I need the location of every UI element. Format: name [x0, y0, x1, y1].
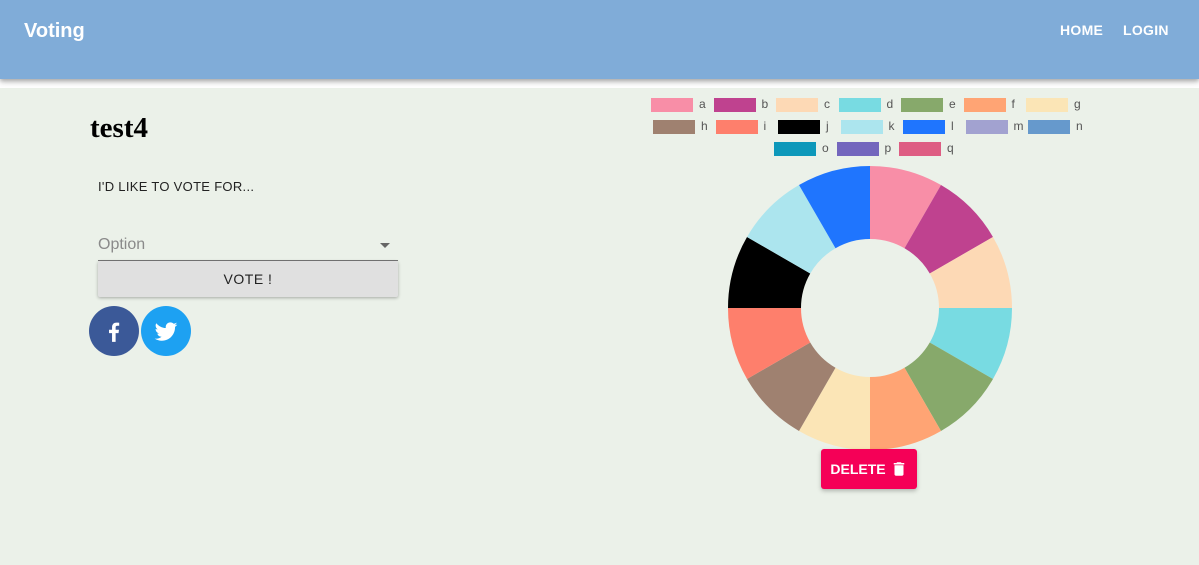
- legend-swatch: [651, 98, 693, 112]
- legend-swatch: [901, 98, 943, 112]
- legend-label: h: [701, 119, 708, 133]
- poll-title: test4: [90, 112, 148, 144]
- dropdown-arrow-icon: [380, 243, 390, 248]
- legend-label: q: [947, 141, 954, 155]
- vote-prompt: I'D LIKE TO VOTE FOR...: [98, 179, 255, 194]
- legend-label: n: [1076, 119, 1083, 133]
- legend-label: l: [951, 119, 954, 133]
- legend-swatch: [899, 142, 941, 156]
- legend-swatch: [963, 98, 1006, 112]
- legend-swatch: [903, 120, 945, 134]
- twitter-share-button[interactable]: [141, 306, 191, 356]
- legend-swatch: [776, 98, 818, 112]
- legend-label: d: [886, 97, 894, 111]
- legend-label: b: [761, 97, 769, 111]
- legend-swatch: [965, 120, 1008, 134]
- legend-label: i: [763, 119, 767, 133]
- legend-label: p: [884, 141, 892, 155]
- option-select[interactable]: Option: [98, 232, 398, 261]
- facebook-icon: [109, 322, 120, 342]
- legend-label: o: [822, 141, 829, 155]
- legend-swatch: [1028, 120, 1070, 134]
- legend-swatch: [653, 120, 695, 134]
- home-button[interactable]: HOME: [1060, 22, 1103, 38]
- legend-label: c: [824, 97, 830, 111]
- delete-label: DELETE: [830, 461, 886, 477]
- delete-poll-button[interactable]: DELETE: [821, 449, 917, 489]
- twitter-icon: [154, 322, 178, 341]
- facebook-share-button[interactable]: [89, 306, 139, 356]
- app-bar: Voting HOME LOGIN: [0, 0, 1199, 79]
- legend-swatch: [838, 98, 881, 112]
- legend-swatch: [836, 142, 879, 156]
- option-select-placeholder: Option: [98, 236, 146, 253]
- legend-swatch: [774, 142, 816, 156]
- appbar-divider: [0, 79, 1199, 88]
- login-button[interactable]: LOGIN: [1123, 22, 1169, 38]
- legend-label: g: [1074, 97, 1081, 111]
- legend-label: a: [699, 97, 706, 111]
- legend-swatch: [840, 120, 883, 134]
- legend-swatch: [713, 98, 756, 112]
- vote-button[interactable]: VOTE !: [98, 261, 398, 297]
- legend-label: k: [888, 119, 895, 133]
- legend-label: e: [949, 97, 956, 111]
- trash-icon: [893, 462, 904, 476]
- legend-label: j: [826, 119, 829, 133]
- app-brand[interactable]: Voting: [24, 20, 85, 43]
- legend-swatch: [1026, 98, 1068, 112]
- legend-label: m: [1013, 119, 1024, 133]
- legend-label: f: [1011, 97, 1015, 111]
- legend-swatch: [778, 120, 820, 134]
- legend-swatch: [715, 120, 758, 134]
- vote-donut-chart: [728, 166, 1012, 450]
